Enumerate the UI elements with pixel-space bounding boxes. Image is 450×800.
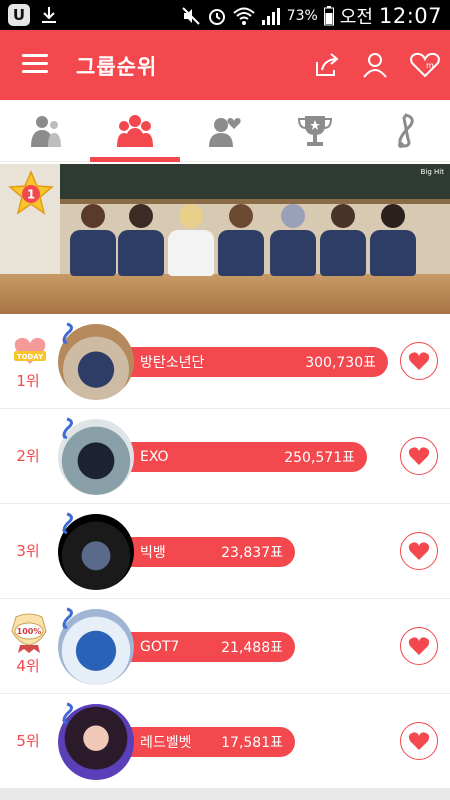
music-note-icon [62,512,73,534]
heart-icon [408,732,430,750]
mute-icon [182,7,200,25]
ranking-row[interactable]: 5위 레드벨벳 17,581표 [0,694,450,789]
heart-icon [408,352,430,370]
tab-individual[interactable] [0,100,90,162]
clock-time: 12:07 [378,4,442,28]
ranking-row[interactable]: 2위 EXO 250,571표 [0,409,450,504]
status-bar: U 73% 오전 12:07 [0,0,450,30]
rank-number: 5위 [16,732,40,750]
app-notification-icon: U [8,4,30,26]
clock-ampm: 오전 [339,7,373,28]
vote-bar: 레드벨벳 17,581표 [120,727,295,757]
group-name: GOT7 [140,639,180,655]
vote-heart-button[interactable] [400,627,438,665]
rank-number: 4위 [16,657,40,675]
vote-count: 23,837표 [221,545,283,561]
menu-icon[interactable] [22,54,48,74]
group-name: EXO [140,449,169,465]
heart-icon [408,447,430,465]
wifi-icon [233,7,255,25]
rank-number: 2위 [16,447,40,465]
vote-heart-button[interactable] [400,437,438,475]
music-note-icon [62,702,73,724]
badge-label: TODAY [17,353,44,361]
top-ranked-banner[interactable]: Big Hit 1 [0,164,450,314]
battery-icon [323,6,334,26]
ranking-tabs [0,100,450,162]
today-badge-icon: TODAY [14,337,46,364]
vote-count: 300,730표 [305,355,376,371]
vote-heart-button[interactable] [400,532,438,570]
app-header: 그룹순위 m [0,30,450,100]
rank-number: 3위 [16,542,40,560]
next-row-peek [0,789,450,800]
vote-count: 17,581표 [221,735,283,751]
vote-bar: 빅뱅 23,837표 [120,537,295,567]
heart-icon [408,637,430,655]
group-name: 빅뱅 [140,545,166,561]
ranking-row[interactable]: TODAY 1위 방탄소년단 300,730표 [0,314,450,409]
heart-person-icon [209,118,241,147]
badge-label: 100% [17,627,42,636]
tab-award[interactable] [270,100,360,162]
rank-number: 1위 [16,372,40,390]
profile-icon[interactable] [360,50,390,80]
vote-heart-button[interactable] [400,722,438,760]
individual-ranking-icon [31,116,61,147]
group-ranking-icon [117,115,153,147]
music-note-icon [398,113,414,148]
first-place-medal-icon: 1 [8,170,54,215]
group-name: 방탄소년단 [140,355,205,371]
page-title: 그룹순위 [76,55,158,79]
tab-group[interactable] [90,100,180,162]
vote-bar: GOT7 21,488표 [120,632,295,662]
hundred-percent-badge-icon: 100% [11,613,47,653]
trophy-icon [297,116,333,146]
group-name: 레드벨벳 [140,735,192,751]
ranking-row[interactable]: 100% 4위 GOT7 21,488표 [0,599,450,694]
active-tab-indicator [90,157,180,162]
banner-label: Big Hit [420,168,444,176]
alarm-icon [208,9,225,25]
vote-bar: EXO 250,571표 [120,442,367,472]
heart-icon [408,542,430,560]
share-icon[interactable] [312,50,342,80]
tab-music[interactable] [360,100,450,162]
download-icon [42,7,56,23]
vote-count: 250,571표 [284,450,355,466]
vote-bar: 방탄소년단 300,730표 [120,347,388,377]
vote-count: 21,488표 [221,640,283,656]
tab-favorite[interactable] [180,100,270,162]
ranking-row[interactable]: 3위 빅뱅 23,837표 [0,504,450,599]
battery-level: 73% [286,8,318,24]
music-note-icon [62,322,73,344]
signal-icon [261,8,280,25]
vote-heart-button[interactable] [400,342,438,380]
svg-text:m: m [426,61,434,70]
my-heart-icon[interactable]: m [408,50,442,80]
music-note-icon [62,607,73,629]
music-note-icon [62,417,73,439]
medal-number: 1 [27,188,35,202]
